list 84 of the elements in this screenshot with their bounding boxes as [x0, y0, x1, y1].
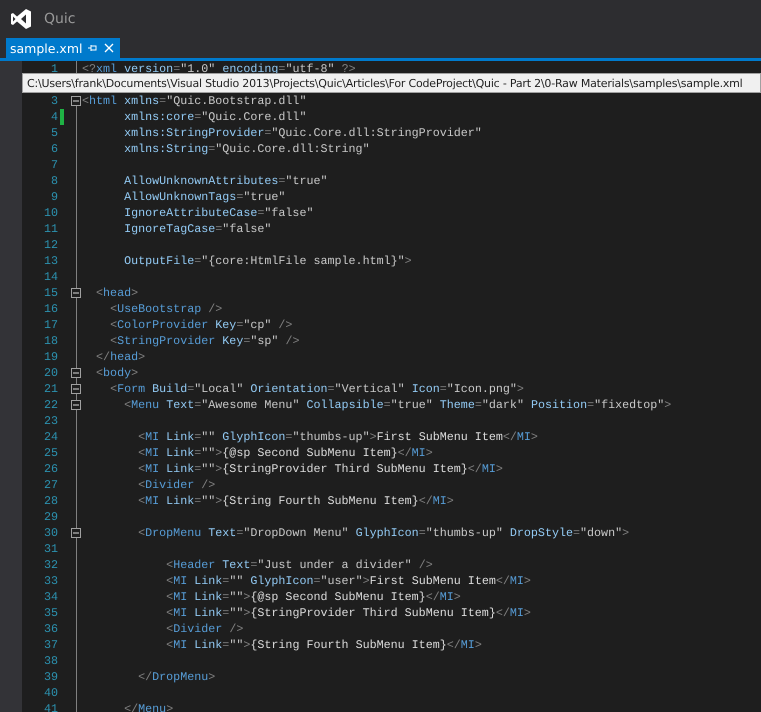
line-number: 33 — [42, 574, 58, 588]
collapse-icon[interactable] — [71, 96, 81, 106]
line-number: 26 — [42, 462, 58, 476]
line-number: 5 — [50, 126, 58, 140]
line-number: 17 — [42, 318, 58, 332]
line-number: 13 — [42, 254, 58, 268]
code-line: AllowUnknownAttributes="true" — [123, 174, 328, 188]
code-line: <MI Link="" GlyphIcon="user">First SubMenu Item</MI> — [165, 574, 531, 588]
line-number: 15 — [42, 286, 58, 300]
file-tab[interactable]: sample.xml — [6, 38, 120, 58]
collapse-icon[interactable] — [71, 288, 81, 298]
line-number: 31 — [42, 542, 58, 556]
code-line: <?xml version="1.0" encoding="utf-8" ?> — [82, 62, 356, 76]
code-line: </DropMenu> — [137, 670, 216, 684]
code-line: <MI Link="">{StringProvider Third SubMenu Item}</MI> — [137, 462, 503, 476]
code-line: <MI Link="">{String Fourth SubMenu Item}</MI> — [165, 638, 482, 652]
close-icon[interactable] — [104, 43, 114, 53]
pin-icon[interactable] — [88, 43, 98, 53]
code-line: xmlns:String="Quic.Core.dll:String" — [123, 142, 370, 156]
line-number: 6 — [50, 142, 58, 156]
code-line: <body> — [95, 366, 138, 380]
collapse-icon[interactable] — [71, 384, 81, 394]
code-line: <Menu Text="Awesome Menu" Collapsible="true" Theme="dark" Position="fixedtop"> — [123, 398, 672, 412]
line-number: 10 — [42, 206, 58, 220]
line-number: 24 — [42, 430, 58, 444]
line-number: 28 — [42, 494, 58, 508]
line-number: 16 — [42, 302, 58, 316]
window-title: Quic — [44, 11, 76, 27]
code-line: <Header Text="Just under a divider" /> — [165, 558, 433, 572]
code-line: <MI Link="" GlyphIcon="thumbs-up">First SubMenu Item</MI> — [137, 430, 538, 444]
line-number: 18 — [42, 334, 58, 348]
line-number: 41 — [42, 702, 58, 712]
line-number: 27 — [42, 478, 58, 492]
file-path-tooltip: C:\Users\frank\Documents\Visual Studio 2013\Projects\Quic\Articles\For CodeProject\Quic - Part 2\0-Raw Materials\samples\sample.xml — [22, 73, 761, 93]
line-number: 12 — [42, 238, 58, 252]
collapse-icon[interactable] — [71, 528, 81, 538]
code-line: <Divider /> — [137, 478, 216, 492]
code-line: OutputFile="{core:HtmlFile sample.html}"> — [123, 254, 412, 268]
line-number: 21 — [42, 382, 58, 396]
code-line: <ColorProvider Key="cp" /> — [109, 318, 292, 332]
line-number: 36 — [42, 622, 58, 636]
code-line: xmlns:StringProvider="Quic.Core.dll:StringProvider" — [123, 126, 482, 140]
code-line: <DropMenu Text="DropDown Menu" GlyphIcon="thumbs-up" DropStyle="down"> — [137, 526, 630, 540]
line-number: 1 — [50, 62, 58, 76]
line-number: 11 — [42, 222, 58, 236]
line-number: 19 — [42, 350, 58, 364]
code-line: </Menu> — [123, 702, 174, 712]
code-line: <MI Link="">{String Fourth SubMenu Item}</MI> — [137, 494, 454, 508]
line-number: 32 — [42, 558, 58, 572]
line-number: 37 — [42, 638, 58, 652]
code-line: <MI Link="">{@sp Second SubMenu Item}</MI> — [165, 590, 461, 604]
code-line: <head> — [95, 286, 138, 300]
code-line: xmlns:core="Quic.Core.dll" — [123, 110, 306, 124]
line-number: 23 — [42, 414, 58, 428]
code-line: <MI Link="">{StringProvider Third SubMenu Item}</MI> — [165, 606, 531, 620]
line-number: 39 — [42, 670, 58, 684]
collapse-icon[interactable] — [71, 368, 81, 378]
code-line: <StringProvider Key="sp" /> — [109, 334, 300, 348]
line-number: 4 — [50, 110, 58, 124]
line-number: 20 — [42, 366, 58, 380]
line-number: 8 — [50, 174, 58, 188]
line-number: 40 — [42, 686, 58, 700]
line-number: 14 — [42, 270, 58, 284]
code-line: <Divider /> — [165, 622, 244, 636]
code-line: </head> — [95, 350, 146, 364]
logo-icon — [10, 8, 32, 30]
line-number: 25 — [42, 446, 58, 460]
line-number: 9 — [50, 190, 58, 204]
line-number: 30 — [42, 526, 58, 540]
code-line: <MI Link="">{@sp Second SubMenu Item}</MI> — [137, 446, 433, 460]
code-line: IgnoreAttributeCase="false" — [123, 206, 314, 220]
line-number: 34 — [42, 590, 58, 604]
line-number: 3 — [50, 94, 58, 108]
line-number: 35 — [42, 606, 58, 620]
line-number: 22 — [42, 398, 58, 412]
code-line: IgnoreTagCase="false" — [123, 222, 272, 236]
line-number: 29 — [42, 510, 58, 524]
collapse-icon[interactable] — [71, 400, 81, 410]
code-line: AllowUnknownTags="true" — [123, 190, 286, 204]
code-line: <Form Build="Local" Orientation="Vertical" Icon="Icon.png"> — [109, 382, 524, 396]
line-number: 38 — [42, 654, 58, 668]
code-line: <html xmlns="Quic.Bootstrap.dll" — [82, 94, 306, 108]
line-number: 7 — [50, 158, 58, 172]
code-line: <UseBootstrap /> — [109, 302, 222, 316]
